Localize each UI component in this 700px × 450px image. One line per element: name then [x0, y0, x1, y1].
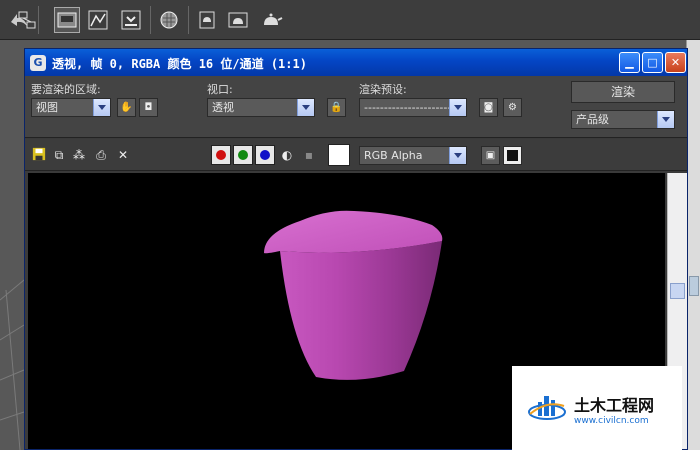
viewport-dropdown[interactable]: 透视 [207, 98, 315, 117]
red-channel-dot [216, 150, 226, 160]
viewport-label: 视口: [207, 83, 233, 96]
toggle-ui-icon[interactable] [503, 146, 522, 165]
pan-hand-icon[interactable]: ✋ [117, 98, 136, 117]
window-title: 透视, 帧 0, RGBA 颜色 16 位/通道 (1:1) [52, 57, 307, 71]
watermark: 土木工程网 www.civilcn.com [512, 366, 682, 450]
civilcn-logo [528, 396, 566, 420]
render-preset-dropdown[interactable]: -------------------------- [359, 98, 467, 117]
auto-region-icon[interactable]: ◘ [139, 98, 158, 117]
chevron-down-icon [297, 99, 314, 116]
copy-icon[interactable]: ⧉ [51, 147, 67, 163]
material-editor-icon[interactable] [156, 7, 182, 33]
blue-channel-button[interactable] [255, 145, 275, 165]
minimize-button[interactable]: ▁ [619, 52, 640, 73]
render-button[interactable]: 渲染 [571, 81, 675, 103]
clone-window-icon[interactable]: ⁂ [71, 147, 87, 163]
mono-toggle-icon[interactable]: ▪ [301, 147, 317, 163]
chevron-down-icon [93, 99, 110, 116]
background-scrollbar[interactable] [686, 40, 700, 450]
render-settings-panel: 要渲染的区域: 视图 ✋ ◘ 视口: 透视 🔒 渲染预设: ----------… [25, 76, 687, 138]
clear-icon[interactable]: ✕ [115, 147, 131, 163]
viewport-value: 透视 [212, 101, 234, 114]
environment-icon[interactable]: ◙ [479, 98, 498, 117]
red-channel-button[interactable] [211, 145, 231, 165]
render-teapot-icon[interactable] [194, 7, 220, 33]
toggle-ui-overlay-icon[interactable]: ▣ [481, 146, 500, 165]
main-toolbar [0, 0, 700, 40]
close-button[interactable]: ✕ [665, 52, 686, 73]
render-preset-label: 渲染预设: [359, 83, 407, 96]
channel-display-value: RGB Alpha [364, 149, 423, 162]
print-icon[interactable]: ⎙ [93, 147, 109, 163]
app-icon: G [30, 55, 46, 71]
schematic-view-icon[interactable] [14, 7, 40, 33]
maximize-button[interactable]: □ [642, 52, 663, 73]
green-channel-dot [238, 150, 248, 160]
scrollbar-thumb[interactable] [670, 283, 685, 299]
watermark-title: 土木工程网 [574, 396, 655, 415]
blue-channel-dot [260, 150, 270, 160]
save-icon[interactable] [31, 147, 47, 163]
gear-icon[interactable]: ⚙ [503, 98, 522, 117]
channel-display-dropdown[interactable]: RGB Alpha [359, 146, 467, 165]
render-setup-icon[interactable] [54, 7, 80, 33]
color-swatch[interactable] [328, 144, 350, 166]
lock-icon[interactable]: 🔒 [327, 98, 346, 117]
frame-buffer-toolbar: ⧉ ⁂ ⎙ ✕ ◐ ▪ RGB Alpha ▣ [25, 139, 687, 171]
area-to-render-value: 视图 [36, 101, 58, 114]
rendered-frame-icon[interactable] [225, 7, 251, 33]
watermark-url: www.civilcn.com [574, 416, 649, 426]
chevron-down-icon [449, 99, 466, 116]
render-quality-value: 产品级 [576, 113, 609, 126]
chevron-down-icon [449, 147, 466, 164]
green-channel-button[interactable] [233, 145, 253, 165]
curve-editor-icon[interactable] [85, 7, 111, 33]
quick-render-icon[interactable] [258, 7, 284, 33]
render-quality-dropdown[interactable]: 产品级 [571, 110, 675, 129]
render-frame-window-icon[interactable] [118, 7, 144, 33]
area-to-render-dropdown[interactable]: 视图 [31, 98, 111, 117]
title-bar[interactable]: G 透视, 帧 0, RGBA 颜色 16 位/通道 (1:1) ▁ □ ✕ [25, 49, 687, 76]
chevron-down-icon [657, 111, 674, 128]
alpha-toggle-icon[interactable]: ◐ [279, 147, 295, 163]
area-to-render-label: 要渲染的区域: [31, 83, 101, 96]
